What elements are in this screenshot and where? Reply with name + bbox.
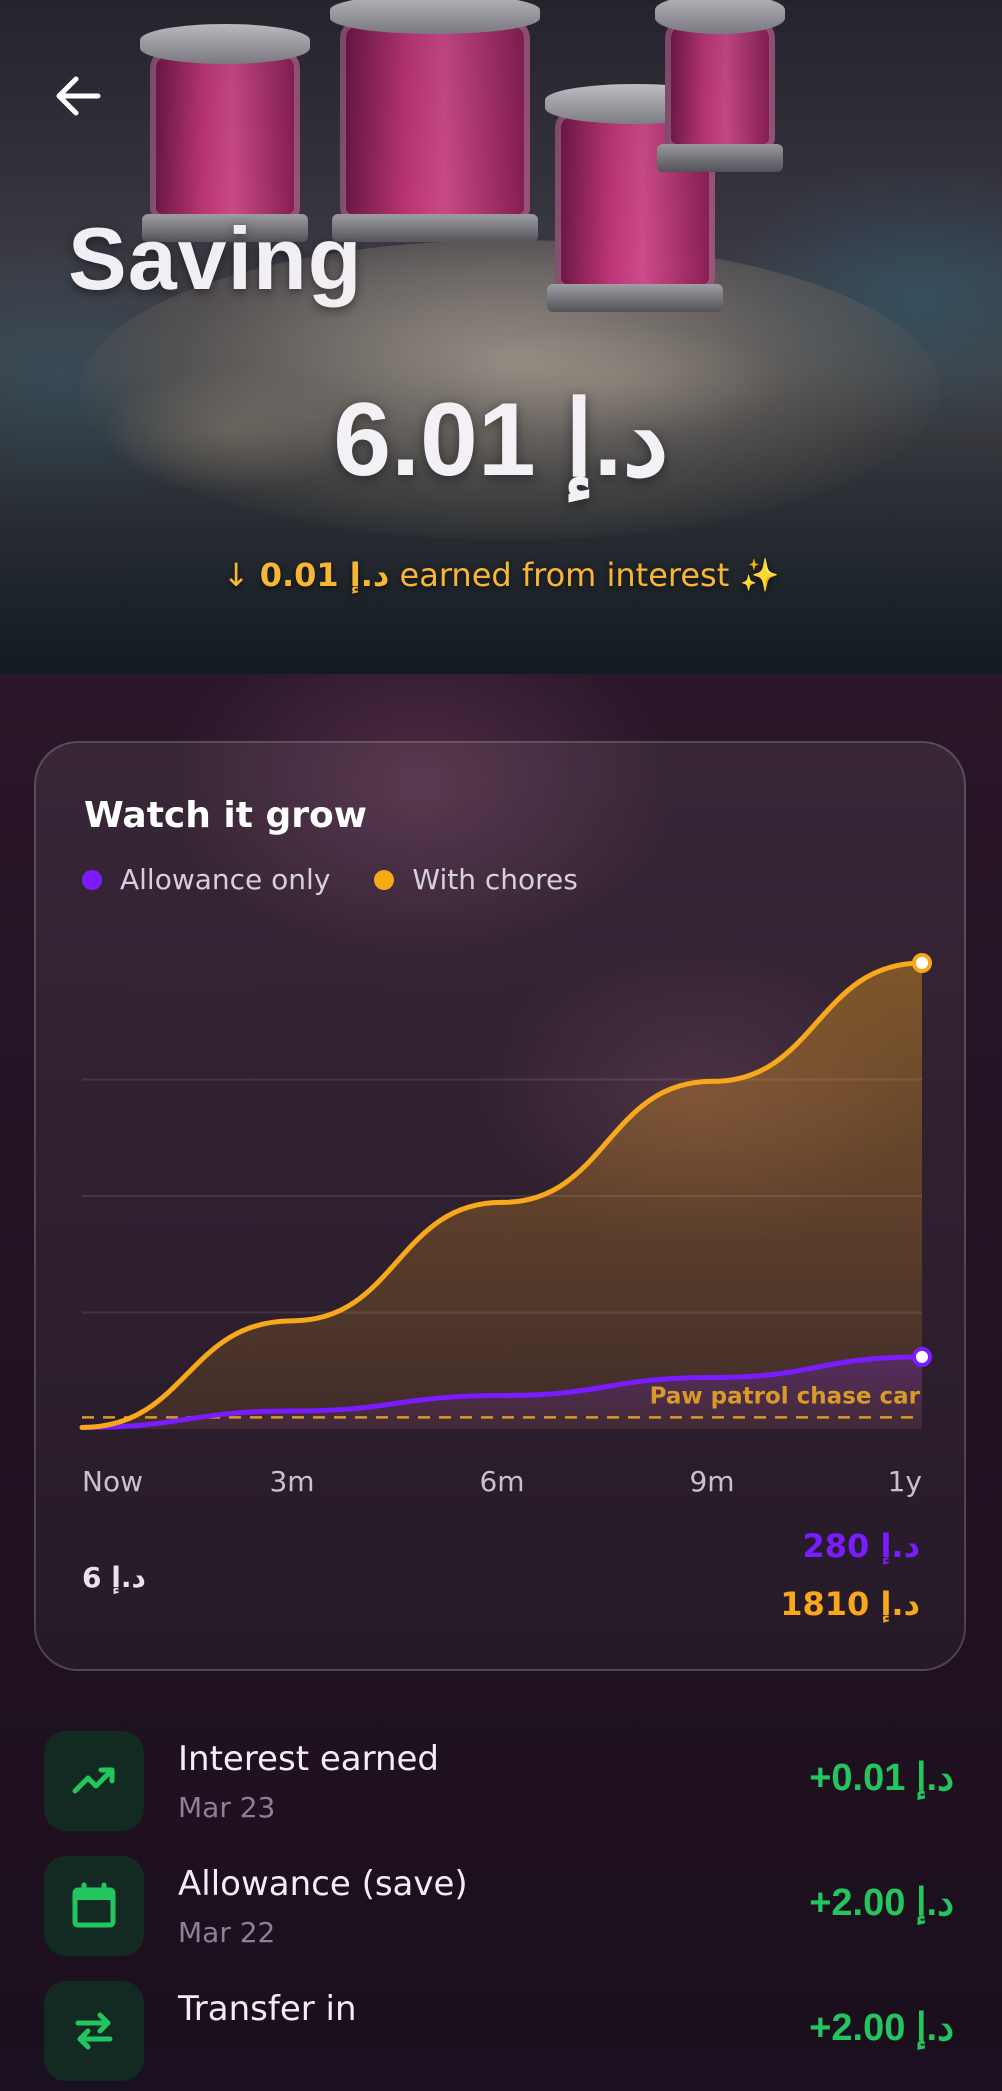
page-title: Saving bbox=[68, 209, 363, 308]
transaction-icon-box bbox=[44, 1731, 144, 1831]
interest-summary: ↓ 0.01 د.إ earned from interest ✨ bbox=[0, 556, 1002, 594]
chart-end-value-allowance: 280 د.إ bbox=[802, 1527, 920, 1565]
goal-label: Paw patrol chase car bbox=[650, 1383, 921, 1409]
transaction-date: Mar 23 bbox=[178, 1791, 276, 1824]
balance-amount: 6.01 د.إ bbox=[333, 382, 669, 498]
transaction-icon-box bbox=[44, 1981, 144, 2081]
transaction-row[interactable]: Interest earned Mar 23 +0.01 د.إ bbox=[44, 1731, 964, 1841]
transaction-row[interactable]: Allowance (save) Mar 22 +2.00 د.إ bbox=[44, 1856, 964, 1966]
transaction-amount: +2.00 د.إ bbox=[809, 1882, 954, 1924]
transaction-title: Interest earned bbox=[178, 1739, 440, 1779]
x-tick-label: 3m bbox=[269, 1465, 315, 1498]
transaction-row[interactable]: Transfer in +2.00 د.إ bbox=[44, 1981, 964, 2091]
growth-card: Watch it grow Allowance only With chores… bbox=[34, 741, 966, 1671]
interest-arrow-icon: ↓ bbox=[222, 556, 250, 594]
trending-up-icon bbox=[72, 1767, 115, 1794]
calendar-icon bbox=[72, 1882, 116, 1928]
transaction-title: Allowance (save) bbox=[178, 1864, 468, 1904]
transaction-date: Mar 22 bbox=[178, 1916, 276, 1949]
arrow-left-icon bbox=[56, 76, 101, 116]
x-tick-label: 1y bbox=[887, 1465, 922, 1498]
transaction-icon-box bbox=[44, 1856, 144, 1956]
chart-start-value: 6 د.إ bbox=[82, 1561, 146, 1594]
chart-end-value-chores: 1810 د.إ bbox=[780, 1585, 920, 1623]
interest-amount: 0.01 د.إ bbox=[259, 556, 390, 594]
back-button[interactable] bbox=[48, 66, 108, 126]
interest-text: earned from interest ✨ bbox=[399, 556, 780, 594]
hero-banner: Saving 6.01 د.إ ↓ 0.01 د.إ earned from i… bbox=[0, 0, 1002, 674]
x-tick-label: 6m bbox=[479, 1465, 525, 1498]
transaction-amount: +2.00 د.إ bbox=[809, 2007, 954, 2049]
series-end-point-1 bbox=[912, 953, 932, 973]
transaction-amount: +0.01 د.إ bbox=[809, 1757, 954, 1799]
x-tick-label: Now bbox=[82, 1465, 143, 1498]
x-tick-label: 9m bbox=[689, 1465, 735, 1498]
series-end-point-0 bbox=[912, 1346, 932, 1367]
transaction-title: Transfer in bbox=[178, 1989, 357, 2029]
